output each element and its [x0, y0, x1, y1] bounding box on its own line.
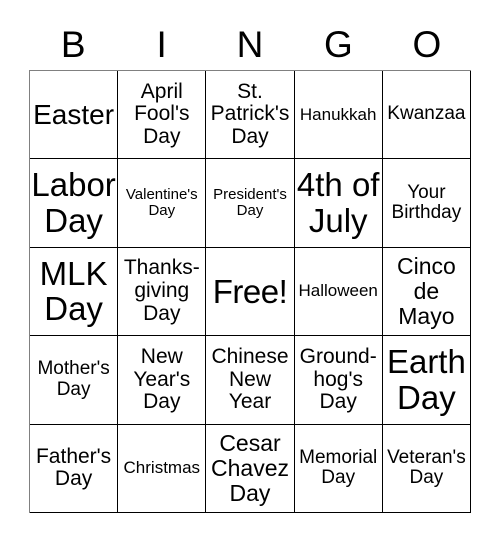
bingo-cell-label: Your Birthday: [391, 181, 462, 224]
bingo-cell-label: Ground- hog's Day: [299, 344, 377, 414]
bingo-cell[interactable]: Easter: [30, 71, 119, 160]
bingo-cell-label: Father's Day: [35, 444, 112, 491]
bingo-cell[interactable]: Memorial Day: [294, 424, 383, 513]
bingo-cell[interactable]: Christmas: [118, 424, 207, 513]
bingo-grid: Easter April Fool's Day St. Patrick's Day H…: [29, 70, 471, 513]
bingo-cell-label: President's Day: [213, 185, 287, 220]
bingo-cell[interactable]: Chinese New Year: [206, 336, 295, 425]
bingo-cell-label: Memorial Day: [299, 446, 378, 489]
bingo-cell[interactable]: Earth Day: [382, 336, 471, 425]
bingo-cell-label: MLK Day: [39, 254, 108, 328]
bingo-cell-label: 4th of July: [296, 166, 380, 240]
bingo-cell-label: Thanks- giving Day: [123, 256, 200, 325]
bingo-cell[interactable]: Hanukkah: [294, 71, 383, 160]
bingo-cell-label: Earth Day: [386, 343, 466, 416]
bingo-cell-free[interactable]: Free!: [206, 247, 295, 337]
bingo-cell[interactable]: St. Patrick's Day: [206, 71, 295, 160]
bingo-cell-label: Cesar Chavez Day: [211, 430, 289, 506]
bingo-cell-label: Cinco de Mayo: [396, 253, 456, 329]
bingo-cell[interactable]: Halloween: [294, 247, 383, 337]
bingo-cell-label: Valentine's Day: [125, 185, 198, 220]
bingo-cell-label: April Fool's Day: [134, 79, 190, 149]
bingo-cell-label: Labor Day: [31, 166, 116, 240]
bingo-header-letter-n: N: [236, 23, 264, 65]
bingo-cell[interactable]: Cesar Chavez Day: [206, 424, 295, 513]
bingo-cell[interactable]: Your Birthday: [382, 159, 471, 248]
bingo-cell[interactable]: Father's Day: [30, 424, 119, 513]
bingo-cell-label: Veteran's Day: [387, 446, 466, 489]
bingo-cell[interactable]: Cinco de Mayo: [382, 247, 471, 337]
bingo-cell[interactable]: Kwanzaa: [382, 71, 471, 160]
bingo-cell[interactable]: Ground- hog's Day: [294, 336, 383, 425]
bingo-header-letter-b: B: [60, 23, 86, 65]
bingo-cell-label: Chinese New Year: [211, 344, 289, 414]
bingo-cell[interactable]: Mother's Day: [30, 336, 119, 425]
bingo-cell[interactable]: President's Day: [206, 159, 295, 248]
bingo-header-letter-i: I: [156, 23, 167, 65]
bingo-header-letter-g: G: [324, 23, 353, 65]
bingo-cell[interactable]: Veteran's Day: [382, 424, 471, 513]
bingo-cell-label: New Year's Day: [133, 344, 191, 414]
bingo-cell-label: Mother's Day: [37, 358, 110, 400]
bingo-cell-label: Free!: [212, 272, 288, 310]
bingo-cell-label: Halloween: [298, 281, 378, 301]
bingo-cell[interactable]: Thanks- giving Day: [118, 247, 207, 337]
bingo-cell-label: Hanukkah: [299, 104, 377, 124]
bingo-cell[interactable]: MLK Day: [30, 247, 119, 337]
bingo-header-letter-o: O: [412, 23, 442, 65]
bingo-cell[interactable]: New Year's Day: [118, 336, 207, 425]
bingo-cell[interactable]: Labor Day: [30, 159, 119, 248]
bingo-header-row: BINGO: [29, 18, 471, 70]
bingo-cell-label: Christmas: [123, 458, 201, 478]
bingo-cell-label: Easter: [33, 98, 115, 130]
bingo-cell-label: Kwanzaa: [387, 103, 466, 125]
bingo-cell[interactable]: April Fool's Day: [118, 71, 207, 160]
bingo-card: B I N G O Easter April Fool's Day St. Patrick'…: [0, 0, 500, 544]
bingo-cell[interactable]: 4th of July: [294, 159, 383, 248]
bingo-cell[interactable]: Valentine's Day: [118, 159, 207, 248]
bingo-cell-label: St. Patrick's Day: [210, 79, 290, 149]
